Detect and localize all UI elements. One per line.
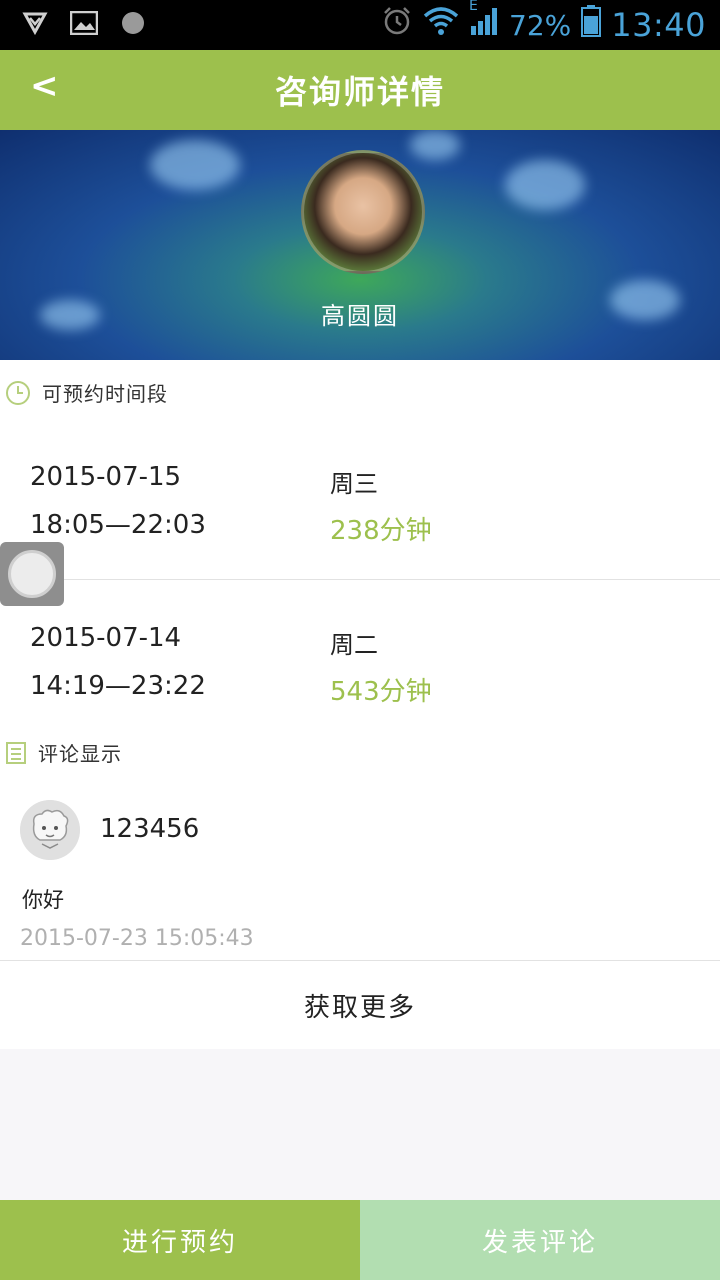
bottom-action-bar: 进行预约 发表评论 xyxy=(0,1200,720,1280)
counselor-name: 高圆圆 xyxy=(321,302,399,330)
counselor-avatar xyxy=(301,150,425,274)
alarm-icon xyxy=(381,5,413,45)
record-icon xyxy=(120,10,146,40)
post-comment-button[interactable]: 发表评论 xyxy=(360,1200,720,1280)
slot-date: 2015-07-14 xyxy=(30,623,182,653)
wifi-icon xyxy=(423,6,459,44)
comments-heading: 评论显示 xyxy=(6,738,122,767)
signal-icon: E xyxy=(469,0,499,44)
slot-weekday: 周三 xyxy=(330,470,378,498)
status-bar: E 72% 13:40 xyxy=(0,0,720,50)
comments-heading-label: 评论显示 xyxy=(38,742,122,766)
slot-duration: 238分钟 xyxy=(330,516,432,546)
image-icon xyxy=(69,10,99,39)
book-button[interactable]: 进行预约 xyxy=(0,1200,360,1280)
slot-date: 2015-07-15 xyxy=(30,462,182,492)
slot-duration: 543分钟 xyxy=(330,677,432,707)
shield-icon xyxy=(22,10,48,40)
slot-time-range: 18:05—22:03 xyxy=(30,510,206,540)
load-more-button[interactable]: 获取更多 xyxy=(0,961,720,1049)
comment-text: 你好 xyxy=(22,888,64,912)
slots-heading: 可预约时间段 xyxy=(6,378,168,407)
profile-banner: 高圆圆 xyxy=(0,130,720,360)
slots-heading-label: 可预约时间段 xyxy=(42,382,168,406)
slot-time-range: 14:19—23:22 xyxy=(30,671,206,701)
clock-icon xyxy=(6,380,30,405)
title-bar: < 咨询师详情 xyxy=(0,50,720,130)
battery-percent: 72% xyxy=(509,8,572,42)
comment-username: 123456 xyxy=(100,814,200,844)
avatar xyxy=(20,800,80,860)
time-slot[interactable]: 2015-07-15 周三 18:05—22:03 238分钟 xyxy=(0,462,720,592)
slot-weekday: 周二 xyxy=(330,631,378,659)
divider xyxy=(0,579,720,580)
battery-icon xyxy=(581,5,602,45)
sheep-avatar-icon xyxy=(20,800,80,860)
clock-time: 13:40 xyxy=(611,6,706,44)
floating-assist-button[interactable] xyxy=(0,542,64,606)
network-type: E xyxy=(469,0,478,14)
slots-section: 可预约时间段 2015-07-15 周三 18:05—22:03 238分钟 2… xyxy=(0,360,720,720)
comment-timestamp: 2015-07-23 15:05:43 xyxy=(20,926,254,951)
back-button[interactable]: < xyxy=(30,66,59,106)
page-title: 咨询师详情 xyxy=(274,73,445,111)
assist-circle-icon xyxy=(8,550,56,598)
newspaper-icon xyxy=(6,741,26,764)
